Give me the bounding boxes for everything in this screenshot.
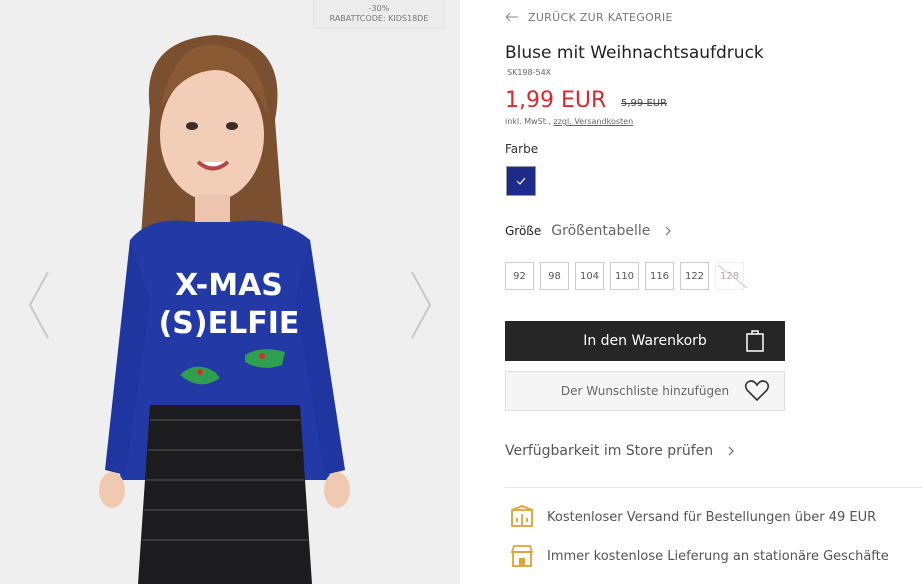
size-option-110[interactable]: 110 <box>610 262 639 290</box>
product-image-gallery: X-MAS (S)ELFIE -30% RABATTCODE: KIDS18DE <box>0 0 460 584</box>
product-sku: SK198-54X <box>507 68 552 77</box>
product-title: Bluse mit Weihnachtsaufdruck <box>505 43 764 63</box>
size-option-104[interactable]: 104 <box>575 262 604 290</box>
size-option-128[interactable]: 128 <box>715 262 744 290</box>
back-to-category-link[interactable]: ZURÜCK ZUR KATEGORIE <box>505 10 673 24</box>
product-photo: X-MAS (S)ELFIE <box>0 0 460 584</box>
feature-free-shipping: Kostenloser Versand für Bestellungen übe… <box>509 504 876 530</box>
add-to-cart-button[interactable]: In den Warenkorb <box>505 321 785 361</box>
size-label: Größe <box>505 224 542 238</box>
product-details: ZURÜCK ZUR KATEGORIE Bluse mit Weihnacht… <box>505 0 922 584</box>
size-header: Größe Größentabelle <box>505 223 672 239</box>
size-option-92[interactable]: 92 <box>505 262 534 290</box>
store-icon <box>510 545 534 567</box>
color-swatch-selected[interactable] <box>506 166 536 196</box>
wishlist-label: Der Wunschliste hinzufügen <box>560 384 730 398</box>
gallery-next-button[interactable] <box>406 268 436 342</box>
shirt-print-line2: (S)ELFIE <box>159 306 300 341</box>
shipping-box-icon <box>511 505 533 527</box>
promo-discount: -30% <box>368 4 390 13</box>
chevron-left-icon <box>28 271 49 339</box>
divider <box>505 487 922 488</box>
chevron-right-icon <box>728 446 735 456</box>
back-label: ZURÜCK ZUR KATEGORIE <box>528 10 673 24</box>
shirt-print-line1: X-MAS <box>175 268 283 303</box>
check-icon <box>516 177 526 185</box>
add-to-wishlist-button[interactable]: Der Wunschliste hinzufügen <box>505 371 785 411</box>
size-option-116[interactable]: 116 <box>645 262 674 290</box>
chevron-right-icon <box>665 226 672 236</box>
promo-code: RABATTCODE: KIDS18DE <box>329 14 429 23</box>
feature-store-delivery: Immer kostenlose Lieferung an stationäre… <box>509 543 889 569</box>
shipping-costs-link[interactable]: zzgl. Versandkosten <box>554 117 634 126</box>
feature-text: Immer kostenlose Lieferung an stationäre… <box>547 548 889 564</box>
size-option-122[interactable]: 122 <box>680 262 709 290</box>
size-option-98[interactable]: 98 <box>540 262 569 290</box>
tax-prefix: inkl. MwSt., <box>505 117 554 126</box>
feature-text: Kostenloser Versand für Bestellungen übe… <box>547 509 877 525</box>
store-availability-label: Verfügbarkeit im Store prüfen <box>505 443 714 459</box>
current-price: 1,99 EUR <box>505 88 607 113</box>
size-options: 92 98 104 110 116 122 128 <box>505 262 744 290</box>
add-to-cart-label: In den Warenkorb <box>583 333 707 349</box>
size-chart-link[interactable]: Größentabelle <box>551 223 650 239</box>
tax-info: inkl. MwSt., zzgl. Versandkosten <box>505 117 633 126</box>
color-label: Farbe <box>505 142 539 156</box>
promo-badge: -30% RABATTCODE: KIDS18DE <box>313 0 445 29</box>
arrow-left-icon <box>505 12 518 22</box>
chevron-right-icon <box>411 271 432 339</box>
old-price: 5,99 EUR <box>621 98 668 109</box>
shopping-bag-icon <box>746 330 764 352</box>
gallery-prev-button[interactable] <box>24 268 54 342</box>
heart-icon <box>744 380 770 402</box>
check-store-availability-link[interactable]: Verfügbarkeit im Store prüfen <box>505 443 735 459</box>
